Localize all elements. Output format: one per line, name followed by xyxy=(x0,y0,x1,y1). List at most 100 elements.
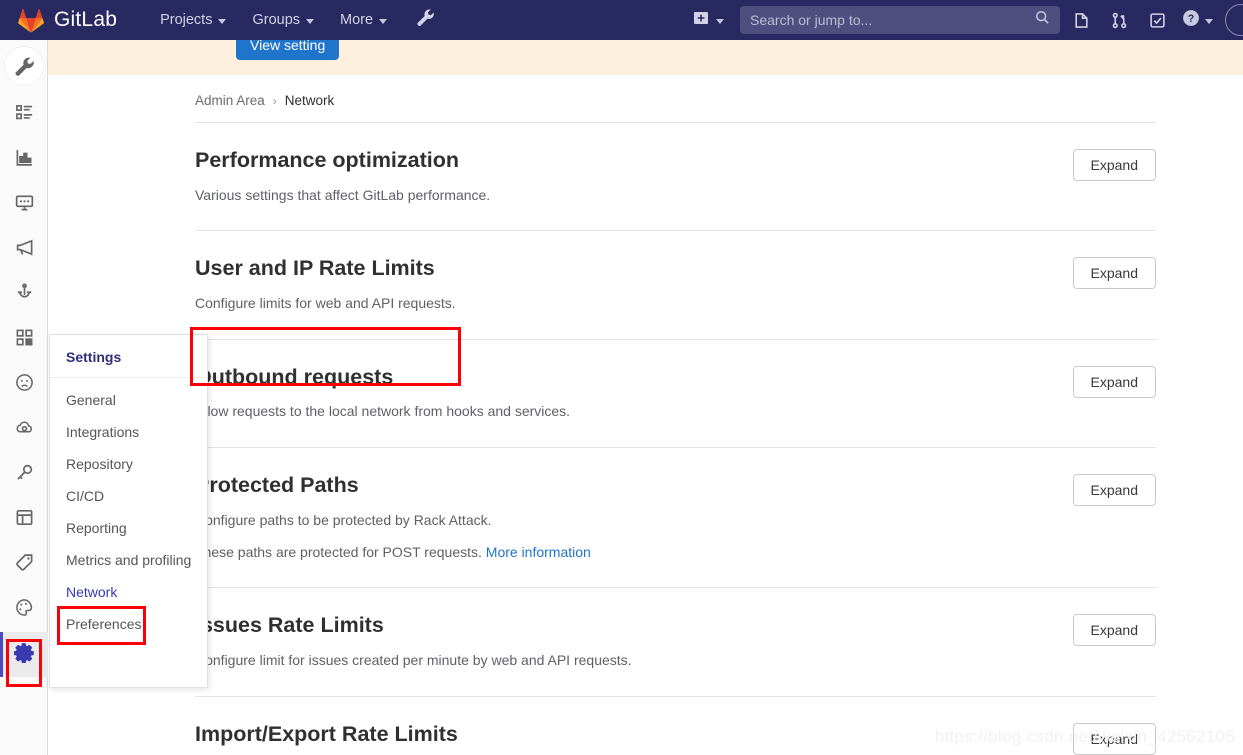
sidebar-item-appearance[interactable] xyxy=(0,587,48,632)
chevron-down-icon xyxy=(306,18,315,24)
section-user-and-ip-rate-limits: User and IP Rate Limits Configure limits… xyxy=(195,231,1156,340)
main-content: View setting Admin Area › Network Perfor… xyxy=(48,40,1243,755)
issues-icon[interactable] xyxy=(1064,3,1098,37)
section-text: Issues Rate Limits Configure limit for i… xyxy=(195,612,1073,671)
navbar-links: Projects Groups More xyxy=(149,3,435,37)
section-text: Performance optimization Various setting… xyxy=(195,147,1073,206)
section-protected-paths: Protected Paths Configure paths to be pr… xyxy=(195,448,1156,589)
nav-more[interactable]: More xyxy=(329,3,398,37)
sidebar-item-messages[interactable] xyxy=(0,227,48,272)
flyout-item-reporting[interactable]: Reporting xyxy=(50,512,207,544)
expand-button[interactable]: Expand xyxy=(1072,473,1156,506)
section-description: Configure limit for issues created per m… xyxy=(195,652,632,669)
help-menu-button[interactable]: ? xyxy=(1174,9,1217,32)
gitlab-fox-logo-icon xyxy=(18,8,44,33)
expand-button[interactable]: Expand xyxy=(1072,614,1156,647)
apps-grid-icon xyxy=(15,328,34,352)
section-outbound-requests: Outbound requests Allow requests to the … xyxy=(195,340,1156,448)
section-title: Performance optimization xyxy=(195,148,460,172)
alert-banner xyxy=(48,40,1243,75)
section-description: Configure limits for web and API request… xyxy=(195,295,456,312)
nav-groups[interactable]: Groups xyxy=(241,3,325,37)
sidebar-item-applications[interactable] xyxy=(0,317,48,362)
section-text: Protected Paths Configure paths to be pr… xyxy=(195,472,1073,564)
merge-requests-icon[interactable] xyxy=(1102,3,1136,37)
nav-projects[interactable]: Projects xyxy=(149,3,237,37)
breadcrumb-separator-icon: › xyxy=(272,93,277,108)
question-circle-icon: ? xyxy=(1182,9,1200,32)
nav-groups-label: Groups xyxy=(252,12,301,28)
section-text: Outbound requests Allow requests to the … xyxy=(195,364,1073,423)
breadcrumb-current: Network xyxy=(284,93,335,108)
search-input[interactable] xyxy=(750,12,1035,28)
search-icon xyxy=(1035,10,1050,30)
section-description-secondary: These paths are protected for POST reque… xyxy=(195,541,1053,563)
key-icon xyxy=(15,463,34,487)
flyout-item-metrics-and-profiling[interactable]: Metrics and profiling xyxy=(50,544,207,576)
new-item-button[interactable] xyxy=(685,4,732,37)
todos-icon[interactable] xyxy=(1140,3,1174,37)
nav-projects-label: Projects xyxy=(160,12,213,28)
list-bulleted-icon xyxy=(15,103,34,127)
sidebar-item-system-hooks[interactable] xyxy=(0,272,48,317)
section-description: Configure paths to be protected by Rack … xyxy=(195,511,492,528)
breadcrumb-admin-area[interactable]: Admin Area xyxy=(195,93,265,108)
palette-icon xyxy=(15,598,34,622)
top-navbar: GitLab Projects Groups More Search or ju… xyxy=(0,0,1243,40)
sidebar-item-service-templates[interactable] xyxy=(0,497,48,542)
flyout-item-cicd[interactable]: CI/CD xyxy=(50,480,207,512)
section-title: Import/Export Rate Limits xyxy=(195,721,458,746)
flyout-item-network[interactable]: Network xyxy=(50,576,207,608)
plus-square-icon xyxy=(693,10,709,31)
flyout-item-integrations[interactable]: Integrations xyxy=(50,416,207,448)
expand-button[interactable]: Expand xyxy=(1072,257,1156,290)
sidebar-item-deploy-keys[interactable] xyxy=(0,452,48,497)
sidebar-item-monitoring[interactable] xyxy=(0,182,48,227)
flyout-item-preferences[interactable]: Preferences xyxy=(50,608,207,640)
cloud-gear-icon xyxy=(15,418,34,442)
slight-frown-icon xyxy=(15,373,34,397)
expand-button[interactable]: Expand xyxy=(1072,149,1156,181)
sidebar-item-abuse-reports[interactable] xyxy=(0,362,48,407)
sidebar-item-overview[interactable] xyxy=(0,92,48,137)
chevron-down-icon xyxy=(379,18,388,24)
avatar[interactable] xyxy=(1225,4,1243,36)
more-information-link[interactable]: More information xyxy=(486,544,591,560)
hook-icon xyxy=(15,282,34,307)
flyout-item-repository[interactable]: Repository xyxy=(50,448,207,480)
sidebar-item-settings[interactable] xyxy=(0,632,48,677)
settings-page: Admin Area › Network Performance optimiz… xyxy=(195,75,1156,755)
expand-button[interactable]: Expand xyxy=(1072,365,1156,398)
monitor-icon xyxy=(15,193,34,217)
section-title: User and IP Rate Limits xyxy=(195,256,435,281)
section-text: User and IP Rate Limits Configure limits… xyxy=(195,255,1073,314)
sidebar-item-labels[interactable] xyxy=(0,542,48,587)
flyout-item-general[interactable]: General xyxy=(50,384,207,416)
section-title: Issues Rate Limits xyxy=(195,613,384,638)
flyout-title: Settings xyxy=(50,335,207,378)
breadcrumb: Admin Area › Network xyxy=(195,75,1156,123)
wrench-icon xyxy=(5,47,43,85)
chart-bar-icon xyxy=(15,148,34,172)
gitlab-home-link[interactable]: GitLab xyxy=(18,8,117,33)
section-issues-rate-limits: Issues Rate Limits Configure limit for i… xyxy=(195,588,1156,697)
chevron-down-icon xyxy=(1205,18,1213,24)
chevron-down-icon xyxy=(716,18,724,24)
sidebar-item-admin-overview[interactable] xyxy=(0,40,48,92)
gitlab-brand-text: GitLab xyxy=(54,8,118,31)
section-description: Allow requests to the local network from… xyxy=(195,403,571,420)
view-setting-button[interactable]: View setting xyxy=(236,40,340,60)
section-description: Various settings that affect GitLab perf… xyxy=(195,186,491,203)
sidebar-item-kubernetes[interactable] xyxy=(0,407,48,452)
app-root: GitLab Projects Groups More Search or ju… xyxy=(0,0,1243,755)
section-title: Protected Paths xyxy=(195,472,359,497)
admin-area-button[interactable] xyxy=(416,8,435,32)
section-title: Outbound requests xyxy=(195,364,394,389)
gear-icon xyxy=(13,642,35,668)
flyout-list: General Integrations Repository CI/CD Re… xyxy=(50,378,207,640)
search-box[interactable] xyxy=(740,6,1060,34)
sidebar-item-analytics[interactable] xyxy=(0,137,48,182)
chevron-down-icon xyxy=(218,18,227,24)
svg-text:?: ? xyxy=(1188,13,1195,25)
section-performance-optimization: Performance optimization Various setting… xyxy=(195,123,1156,232)
